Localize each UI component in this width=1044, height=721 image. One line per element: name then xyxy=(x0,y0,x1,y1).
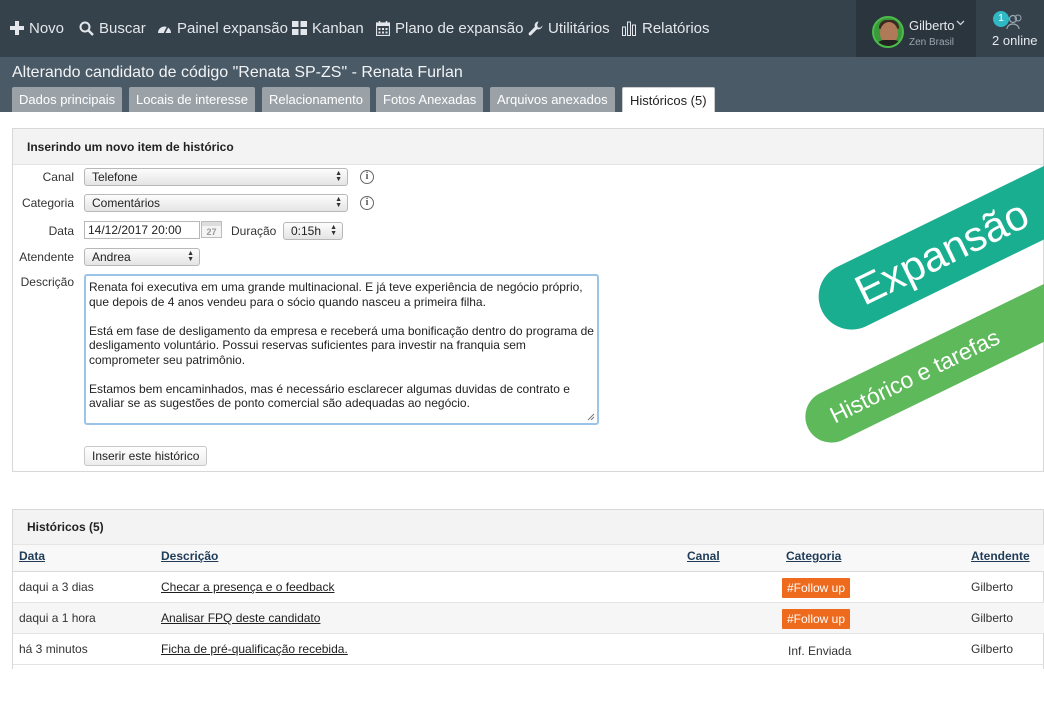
duracao-label: Duração xyxy=(231,224,277,238)
nav-utilitarios-label: Utilitários xyxy=(548,19,610,37)
insert-history-button[interactable]: Inserir este histórico xyxy=(84,446,208,466)
history-list-heading: Históricos (5) xyxy=(13,510,1043,545)
row-atendente: Gilberto xyxy=(971,611,1014,625)
canal-label: Canal xyxy=(42,170,74,184)
bar-chart-icon xyxy=(622,21,636,36)
nav-utilitarios[interactable]: Utilitários xyxy=(528,17,610,39)
column-header-data[interactable]: Data xyxy=(19,549,45,563)
search-icon xyxy=(79,21,94,36)
tab-relacionamento[interactable]: Relacionamento xyxy=(262,87,370,112)
user-name[interactable]: Gilberto xyxy=(909,18,955,33)
calendar-picker-icon[interactable]: 27 xyxy=(201,221,222,238)
plus-icon xyxy=(10,21,24,35)
duracao-value: 0:15h xyxy=(291,224,322,238)
categoria-label: Categoria xyxy=(21,196,74,210)
nav-buscar-label: Buscar xyxy=(99,19,146,37)
select-arrows-icon: ▲ ▼ xyxy=(335,196,342,209)
column-header-atendente[interactable]: Atendente xyxy=(971,549,1030,563)
nav-relatorios-label: Relatórios xyxy=(642,19,710,37)
column-header-descricao[interactable]: Descrição xyxy=(161,549,218,563)
descricao-paragraph: Está em fase de desligamento da empresa … xyxy=(89,323,594,367)
tab-historicos[interactable]: Históricos (5) xyxy=(622,87,715,112)
categoria-value: Comentários xyxy=(92,196,161,210)
row-atendente: Gilberto xyxy=(971,580,1014,594)
row-data: daqui a 3 dias xyxy=(19,580,94,594)
kanban-icon xyxy=(292,21,307,35)
atendente-value: Andrea xyxy=(92,250,131,264)
column-header-canal[interactable]: Canal xyxy=(687,549,720,563)
table-row[interactable]: há 3 minutos Ficha de pré-qualificação r… xyxy=(13,634,1044,665)
info-icon[interactable]: i xyxy=(360,170,374,184)
category-tag[interactable]: #Follow up xyxy=(782,609,851,629)
nav-novo-label: Novo xyxy=(29,19,65,37)
nav-plano-label: Plano de expansão xyxy=(395,19,524,37)
row-categoria: Inf. Enviada xyxy=(788,644,852,658)
row-descricao-link[interactable]: Ficha de pré-qualificação recebida. xyxy=(161,642,348,656)
nav-plano-expansao[interactable]: Plano de expansão xyxy=(376,17,523,39)
row-atendente: Gilberto xyxy=(971,642,1014,656)
canal-select[interactable]: Telefone ▲ ▼ xyxy=(84,168,348,186)
nav-kanban[interactable]: Kanban xyxy=(292,17,364,39)
category-tag[interactable]: #Follow up xyxy=(782,578,851,598)
new-history-heading: Inserindo um novo item de histórico xyxy=(13,129,1043,165)
tab-locais-de-interesse[interactable]: Locais de interesse xyxy=(129,87,256,112)
user-company: Zen Brasil xyxy=(909,37,955,48)
column-header-categoria[interactable]: Categoria xyxy=(786,549,841,563)
chevron-down-icon[interactable] xyxy=(956,20,965,26)
select-arrows-icon: ▲ ▼ xyxy=(187,250,194,263)
select-arrows-icon: ▲ ▼ xyxy=(330,224,337,237)
atendente-label: Atendente xyxy=(19,250,74,264)
nav-buscar[interactable]: Buscar xyxy=(79,17,146,39)
tab-fotos-anexadas[interactable]: Fotos Anexadas xyxy=(376,87,484,112)
descricao-paragraph: Renata foi executiva em uma grande multi… xyxy=(89,280,583,309)
online-count-badge: 1 xyxy=(993,11,1009,27)
calendar-icon xyxy=(376,20,390,36)
categoria-select[interactable]: Comentários ▲ ▼ xyxy=(84,194,348,212)
tab-arquivos-anexados[interactable]: Arquivos anexados xyxy=(490,87,615,112)
info-icon[interactable]: i xyxy=(360,196,374,210)
data-label: Data xyxy=(48,224,74,238)
duracao-select[interactable]: 0:15h ▲ ▼ xyxy=(283,222,343,240)
avatar[interactable] xyxy=(872,16,904,48)
nav-novo[interactable]: Novo xyxy=(10,17,64,39)
resize-handle-icon[interactable] xyxy=(587,413,595,421)
tab-dados-principais[interactable]: Dados principais xyxy=(12,87,123,112)
dashboard-icon xyxy=(158,26,171,33)
descricao-label: Descrição xyxy=(20,275,74,289)
page-title: Alterando candidato de código "Renata SP… xyxy=(12,64,463,81)
nav-painel-label: Painel expansão xyxy=(177,19,288,37)
nav-relatorios[interactable]: Relatórios xyxy=(622,17,710,39)
row-descricao-link[interactable]: Analisar FPQ deste candidato xyxy=(161,611,320,625)
online-users-label[interactable]: 2 online xyxy=(992,33,1038,48)
select-arrows-icon: ▲ ▼ xyxy=(335,170,342,183)
row-descricao-link[interactable]: Checar a presença e o feedback xyxy=(161,580,334,594)
canal-value: Telefone xyxy=(92,170,138,184)
data-input[interactable]: 14/12/2017 20:00 xyxy=(84,221,200,239)
nav-painel-expansao[interactable]: Painel expansão xyxy=(157,17,288,39)
nav-kanban-label: Kanban xyxy=(312,19,364,37)
descricao-paragraph: Estamos bem encaminhados, mas é necessár… xyxy=(89,381,570,411)
descricao-textarea[interactable]: Renata foi executiva em uma grande multi… xyxy=(84,274,599,425)
wrench-icon xyxy=(528,21,543,35)
table-row[interactable]: daqui a 1 hora Analisar FPQ deste candid… xyxy=(13,603,1044,634)
atendente-select[interactable]: Andrea ▲ ▼ xyxy=(84,248,200,266)
table-row[interactable]: daqui a 3 dias Checar a presença e o fee… xyxy=(13,572,1044,603)
row-data: daqui a 1 hora xyxy=(19,611,96,625)
row-data: há 3 minutos xyxy=(19,642,88,656)
